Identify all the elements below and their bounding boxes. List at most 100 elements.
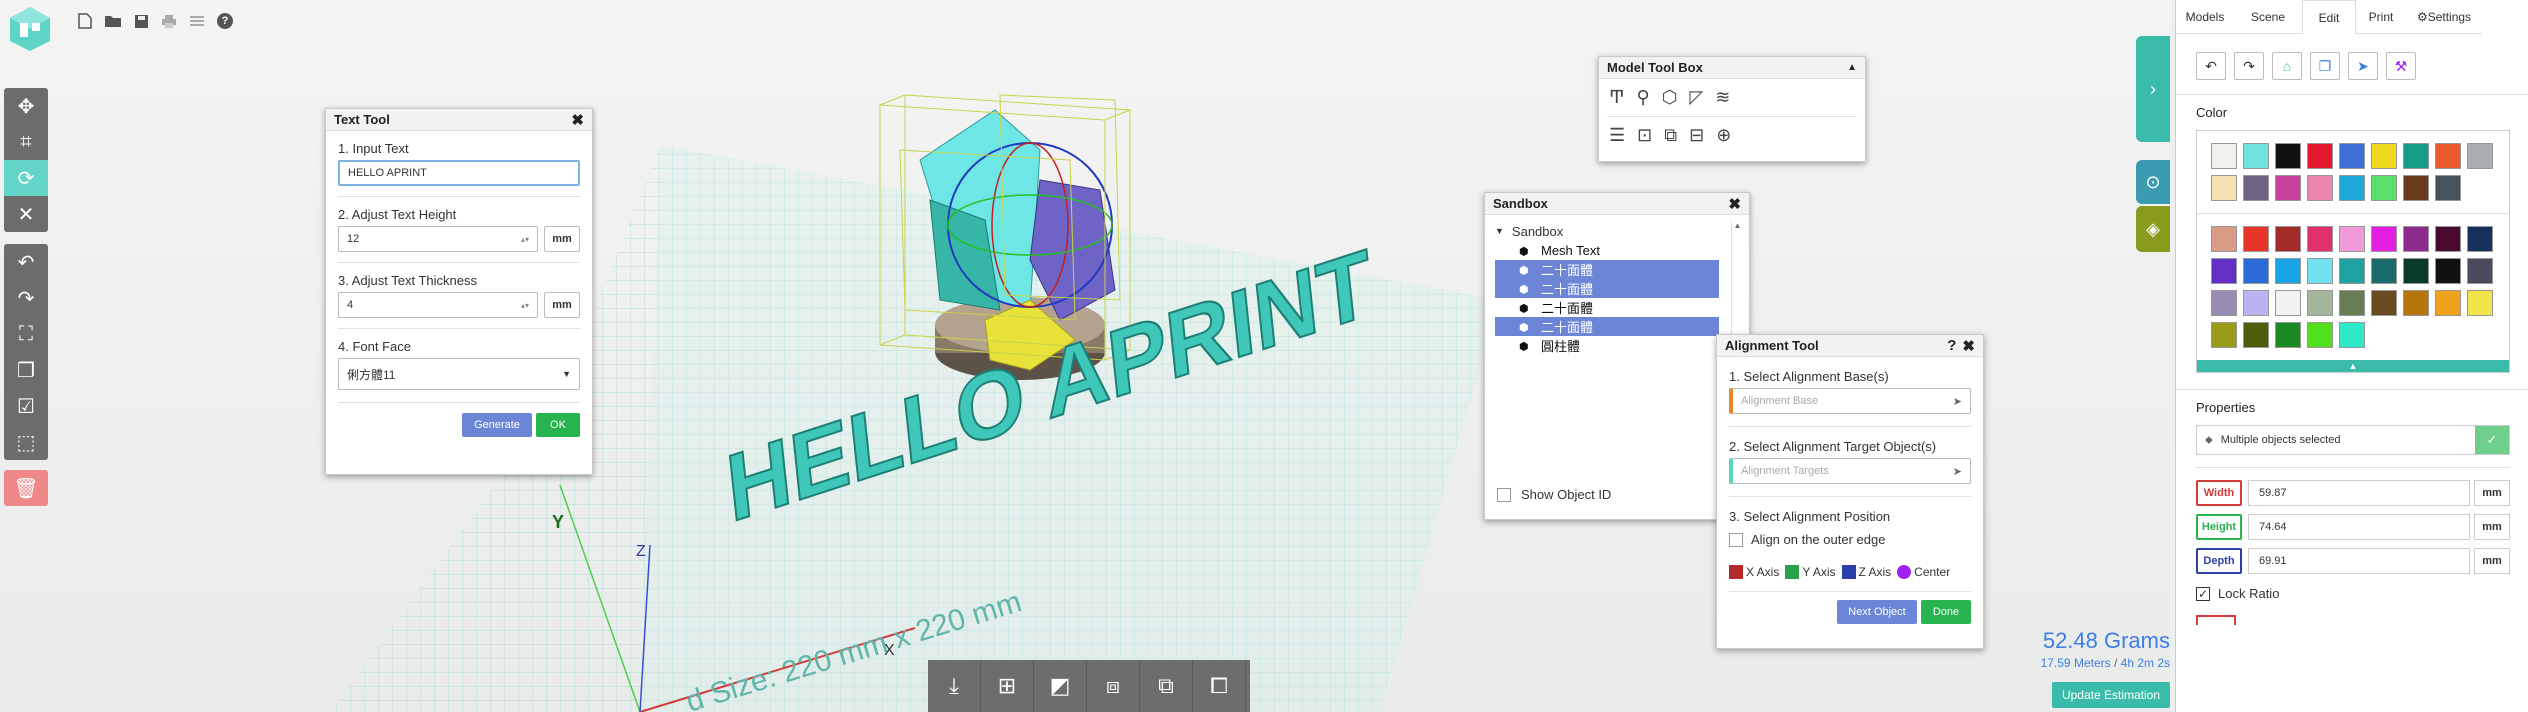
color-swatch[interactable]	[2371, 226, 2397, 252]
generate-button[interactable]: Generate	[462, 413, 532, 437]
color-swatch[interactable]	[2435, 226, 2461, 252]
sandbox-item[interactable]: ⬢ Mesh Text	[1495, 241, 1719, 260]
caret-down-icon[interactable]: ▼	[1495, 226, 1504, 236]
color-swatch[interactable]	[2211, 322, 2237, 348]
width-input[interactable]: 59.87	[2248, 480, 2470, 506]
print-icon[interactable]	[158, 10, 180, 32]
tab-print[interactable]: Print	[2356, 0, 2406, 34]
ok-button[interactable]: OK	[536, 413, 580, 437]
color-swatch[interactable]	[2243, 175, 2269, 201]
home-icon[interactable]: ⌂	[2272, 52, 2302, 80]
color-swatch[interactable]	[2243, 290, 2269, 316]
color-swatch[interactable]	[2243, 226, 2269, 252]
color-swatch[interactable]	[2307, 226, 2333, 252]
color-swatch[interactable]	[2339, 258, 2365, 284]
outer-edge-row[interactable]: Align on the outer edge	[1729, 532, 1971, 547]
show-object-id-checkbox[interactable]	[1497, 487, 1511, 502]
done-button[interactable]: Done	[1921, 600, 1971, 624]
color-swatch[interactable]	[2275, 258, 2301, 284]
scale-tool-icon[interactable]: ⌗	[4, 124, 48, 160]
cursor-icon[interactable]: ➤	[2348, 52, 2378, 80]
collapse-icon[interactable]: ▲	[1847, 62, 1857, 73]
color-swatch[interactable]	[2403, 258, 2429, 284]
axis-option[interactable]: Center	[1897, 565, 1950, 579]
wedge-tool-icon[interactable]: ◸	[1689, 87, 1703, 108]
confirm-check-icon[interactable]: ✓	[2475, 426, 2509, 454]
drop-to-plate-icon[interactable]: ⤓	[928, 660, 981, 712]
color-swatch[interactable]	[2211, 258, 2237, 284]
app-logo[interactable]	[6, 5, 54, 53]
color-swatch[interactable]	[2467, 258, 2493, 284]
text-height-input[interactable]: 12 ▴▾	[338, 226, 538, 252]
depth-input[interactable]: 69.91	[2248, 548, 2470, 574]
lock-ratio-checkbox[interactable]: ✓	[2196, 586, 2210, 601]
close-icon[interactable]: ✖	[1962, 337, 1975, 355]
color-swatch[interactable]	[2275, 143, 2301, 169]
color-swatch[interactable]	[2371, 143, 2397, 169]
close-tool-icon[interactable]: ✕	[4, 196, 48, 232]
color-swatch[interactable]	[2211, 226, 2237, 252]
color-swatch[interactable]	[2275, 322, 2301, 348]
fit-view-icon[interactable]: ⛶	[4, 316, 48, 352]
color-swatch[interactable]	[2371, 258, 2397, 284]
color-swatch[interactable]	[2211, 143, 2237, 169]
duplicate-icon[interactable]: ❐	[4, 352, 48, 388]
color-swatch[interactable]	[2339, 290, 2365, 316]
color-swatch[interactable]	[2371, 175, 2397, 201]
tab-edit[interactable]: Edit	[2302, 0, 2356, 34]
color-swatch[interactable]	[2467, 290, 2493, 316]
color-swatch[interactable]	[2307, 258, 2333, 284]
alignment-target-input[interactable]: Alignment Targets ➤	[1729, 458, 1971, 484]
open-folder-icon[interactable]	[102, 10, 124, 32]
color-swatch[interactable]	[2339, 226, 2365, 252]
height-input[interactable]: 74.64	[2248, 514, 2470, 540]
color-swatch[interactable]	[2307, 143, 2333, 169]
color-swatch[interactable]	[2275, 290, 2301, 316]
font-face-select[interactable]: 俐方體11 ▼	[338, 358, 580, 390]
mirror-icon[interactable]: ◩	[1034, 660, 1087, 712]
cube-tool-icon[interactable]: ⬡	[1662, 87, 1678, 108]
view-tab[interactable]: ⊙	[2136, 160, 2170, 204]
color-swatch[interactable]	[2435, 290, 2461, 316]
undo-icon[interactable]: ↶	[2196, 52, 2226, 80]
color-swatch[interactable]	[2403, 175, 2429, 201]
color-swatch[interactable]	[2403, 226, 2429, 252]
layers-tool-icon[interactable]: ≋	[1715, 87, 1730, 108]
color-swatch[interactable]	[2211, 290, 2237, 316]
close-icon[interactable]: ✖	[1728, 195, 1741, 213]
axis-option[interactable]: Y Axis	[1785, 565, 1836, 579]
color-swatch[interactable]	[2435, 175, 2461, 201]
color-swatch[interactable]	[2243, 258, 2269, 284]
arrange-tool-icon[interactable]: ⧉	[1664, 125, 1677, 146]
group-icon[interactable]: ⧉	[1140, 660, 1193, 712]
color-swatch[interactable]	[2435, 143, 2461, 169]
align-tool-icon[interactable]: ⊕	[1716, 125, 1731, 146]
alignment-base-input[interactable]: Alignment Base ➤	[1729, 388, 1971, 414]
3d-viewport[interactable]: HELLO APRINT d Size: 220 mm x 220 mm Y X…	[0, 0, 2170, 712]
select-all-icon[interactable]: ☑	[4, 388, 48, 424]
delete-icon[interactable]: 🗑	[4, 470, 48, 506]
axis-option[interactable]: X Axis	[1729, 565, 1779, 579]
center-on-plate-icon[interactable]: ⊞	[981, 660, 1034, 712]
save-icon[interactable]	[130, 10, 152, 32]
tab-settings[interactable]: ⚙ Settings	[2406, 0, 2482, 34]
next-object-button[interactable]: Next Object	[1837, 600, 1917, 624]
collapse-swatches-icon[interactable]: ▲	[2197, 360, 2509, 372]
sandbox-item[interactable]: ⬢ 圓柱體	[1495, 336, 1719, 355]
color-swatch[interactable]	[2403, 290, 2429, 316]
tab-models[interactable]: Models	[2176, 0, 2234, 34]
select-area-icon[interactable]: ⬚	[4, 424, 48, 460]
layers-tab[interactable]: ◈	[2136, 206, 2170, 252]
help-icon[interactable]: ?	[1947, 337, 1956, 355]
center-tool-icon[interactable]: ⊡	[1637, 125, 1652, 146]
wrench-icon[interactable]: ⚒	[2386, 52, 2416, 80]
color-swatch[interactable]	[2339, 322, 2365, 348]
axis-option[interactable]: Z Axis	[1841, 565, 1891, 579]
stepper-icon[interactable]: ▴▾	[521, 235, 529, 244]
redo-icon[interactable]: ↷	[4, 280, 48, 316]
settings-sliders-icon[interactable]	[186, 10, 208, 32]
color-swatch[interactable]	[2211, 175, 2237, 201]
cut-tool-icon[interactable]: ⊟	[1689, 125, 1704, 146]
color-swatch[interactable]	[2243, 322, 2269, 348]
sandbox-item[interactable]: ⬢ 二十面體	[1495, 279, 1719, 298]
